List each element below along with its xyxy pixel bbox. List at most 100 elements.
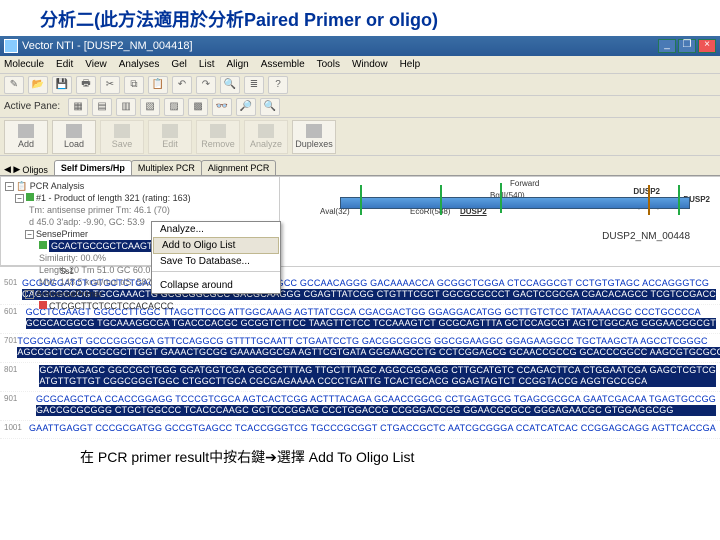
map-fwd-label: Forward (510, 179, 539, 188)
toolbar-activepane: Active Pane: ▦ ▤ ▥ ▧ ▨ ▩ 👓 🔎 🔍 (0, 96, 720, 118)
seq-line-fwd: GAATTGAGGT CCCGCGATGG GCCGTGAGCC TCACCGG… (29, 423, 716, 434)
tb-redo-icon[interactable]: ↷ (196, 76, 216, 94)
tab-multiplex[interactable]: Multiplex PCR (131, 160, 202, 175)
tree-primer2[interactable]: CTCGCTTCTCCTCCACACCC (49, 301, 174, 311)
map-r1: DUSP2 (633, 187, 660, 196)
tb-new-icon[interactable]: ✎ (4, 76, 24, 94)
map-feature-4 (648, 185, 650, 215)
map-ruler[interactable] (340, 197, 690, 209)
maximize-button[interactable]: ❐ (678, 39, 696, 53)
seq-row[interactable]: 801GCATGAGAGC GGCCGCTGGG GGATGGTCGA GGCG… (0, 363, 720, 392)
menu-tools[interactable]: Tools (317, 59, 340, 70)
tb-print-icon[interactable]: 🖶 (76, 76, 96, 94)
tb-help-icon[interactable]: ? (268, 76, 288, 94)
seq-line-fwd: TCGCGAGAGT GCCCGGGCGA GTTCCAGGCG GTTTTGC… (17, 336, 720, 347)
tree-pane[interactable]: −📋 PCR Analysis −#1 - Product of length … (0, 176, 280, 266)
pane-btn-1[interactable]: ▦ (68, 98, 88, 116)
tb-cut-icon[interactable]: ✂ (100, 76, 120, 94)
analyze-icon (258, 124, 274, 138)
menu-molecule[interactable]: Molecule (4, 59, 44, 70)
seq-line-rev: ATGTTGTTGT CGGCGGGTGGC CTGGCTTGCA CGCGAG… (39, 376, 716, 387)
close-button[interactable]: × (698, 39, 716, 53)
menubar: Molecule Edit View Analyses Gel List Ali… (0, 56, 720, 74)
btn-edit[interactable]: Edit (148, 120, 192, 154)
btn-save[interactable]: Save (100, 120, 144, 154)
toolbar-1: ✎ 📂 💾 🖶 ✂ ⧉ 📋 ↶ ↷ 🔍 ≣ ? (0, 74, 720, 96)
pane-zoom-icon[interactable]: 🔎 (236, 98, 256, 116)
ctx-collapse[interactable]: Collapse around (152, 278, 280, 293)
map-feature-1 (360, 185, 362, 215)
map-molecule-name: DUSP2_NM_00448 (602, 231, 690, 242)
menu-edit[interactable]: Edit (56, 59, 73, 70)
menu-gel[interactable]: Gel (171, 59, 187, 70)
btn-duplexes[interactable]: Duplexes (292, 120, 336, 154)
load-icon (66, 124, 82, 138)
pane-btn-2[interactable]: ▤ (92, 98, 112, 116)
menu-view[interactable]: View (85, 59, 107, 70)
window-title: Vector NTI - [DUSP2_NM_004418] (22, 40, 193, 52)
toolbar-oligo: Add Load Save Edit Remove Analyze Duplex… (0, 118, 720, 156)
tb-find-icon[interactable]: 🔍 (220, 76, 240, 94)
tab-alignment[interactable]: Alignment PCR (201, 160, 277, 175)
btn-add[interactable]: Add (4, 120, 48, 154)
app-icon (4, 39, 18, 53)
tree-antiprimer[interactable]: AntisensePrimer (36, 289, 102, 299)
seq-pos: 801 (4, 365, 39, 374)
slide-title: 分析二(此方法適用於分析Paired Primer or oligo) (0, 0, 720, 36)
ctx-analyze[interactable]: Analyze... (152, 222, 280, 237)
menu-assemble[interactable]: Assemble (261, 59, 305, 70)
seq-line-rev: AGCCGCTCCA CCGCGCTTGGT GAAACTGCGG GAAAAG… (17, 347, 720, 358)
menu-align[interactable]: Align (226, 59, 248, 70)
minimize-button[interactable]: _ (658, 39, 676, 53)
tree-tm: Tm: antisense primer Tm: 46.1 (70) (5, 204, 275, 216)
seq-pos: 701 (4, 336, 17, 345)
menu-window[interactable]: Window (352, 59, 388, 70)
context-menu: Analyze... Add to Oligo List Save To Dat… (151, 221, 281, 294)
pane-btn-6[interactable]: ▩ (188, 98, 208, 116)
btn-load[interactable]: Load (52, 120, 96, 154)
seq-line-fwd: GCATGAGAGC GGCCGCTGGG GGATGGTCGA GGCGCTT… (39, 365, 716, 376)
ctx-save-db[interactable]: Save To Database... (152, 254, 280, 269)
seq-line-rev: GACCGCGCGGG CTGCTGGCCC TCACCCAAGC GCTCCC… (36, 405, 716, 416)
tb-copy-icon[interactable]: ⧉ (124, 76, 144, 94)
pane-zoomout-icon[interactable]: 🔍 (260, 98, 280, 116)
footnote: 在 PCR primer result中按右鍵➔選擇 Add To Oligo … (0, 439, 720, 471)
tb-db-icon[interactable]: ≣ (244, 76, 264, 94)
add-icon (18, 124, 34, 138)
map-feature-2 (440, 185, 442, 215)
remove-icon (210, 124, 226, 138)
save-icon (114, 124, 130, 138)
map-pane[interactable]: Forward BglII(540) Aval(32) EcoRI(588) D… (280, 176, 720, 266)
pane-btn-5[interactable]: ▨ (164, 98, 184, 116)
window-buttons: _ ❐ × (658, 39, 716, 53)
tb-open-icon[interactable]: 📂 (28, 76, 48, 94)
seq-row[interactable]: 1001GAATTGAGGT CCCGCGATGG GCCGTGAGCC TCA… (0, 421, 720, 439)
duplexes-icon (306, 124, 322, 138)
ctx-add-to-oligo[interactable]: Add to Oligo List (153, 237, 279, 254)
titlebar: Vector NTI - [DUSP2_NM_004418] _ ❐ × (0, 36, 720, 56)
pane-btn-3[interactable]: ▥ (116, 98, 136, 116)
seq-pos: 1001 (4, 423, 29, 432)
menu-list[interactable]: List (199, 59, 215, 70)
menu-analyses[interactable]: Analyses (119, 59, 160, 70)
tb-undo-icon[interactable]: ↶ (172, 76, 192, 94)
map-feature-3 (500, 183, 502, 213)
tree-product[interactable]: #1 - Product of length 321 (rating: 163) (36, 193, 191, 203)
seq-row[interactable]: 701TCGCGAGAGT GCCCGGGCGA GTTCCAGGCG GTTT… (0, 334, 720, 363)
seq-line-fwd: GCGCAGCTCA CCACCGGAGG TCCCGTCGCA AGTCACT… (36, 394, 716, 405)
map-feature-5 (678, 185, 680, 215)
activepane-label: Active Pane: (4, 101, 60, 112)
seq-row[interactable]: 901GCGCAGCTCA CCACCGGAGG TCCCGTCGCA AGTC… (0, 392, 720, 421)
tab-selfdimers[interactable]: Self Dimers/Hp (54, 160, 132, 175)
tree-senseprimer[interactable]: SensePrimer (36, 229, 88, 239)
btn-analyze[interactable]: Analyze (244, 120, 288, 154)
tb-save-icon[interactable]: 💾 (52, 76, 72, 94)
edit-icon (162, 124, 178, 138)
seq-pos: 901 (4, 394, 36, 403)
tree-root: PCR Analysis (30, 181, 85, 191)
tb-paste-icon[interactable]: 📋 (148, 76, 168, 94)
btn-remove[interactable]: Remove (196, 120, 240, 154)
pane-glasses-icon[interactable]: 👓 (212, 98, 232, 116)
menu-help[interactable]: Help (400, 59, 421, 70)
pane-btn-4[interactable]: ▧ (140, 98, 160, 116)
